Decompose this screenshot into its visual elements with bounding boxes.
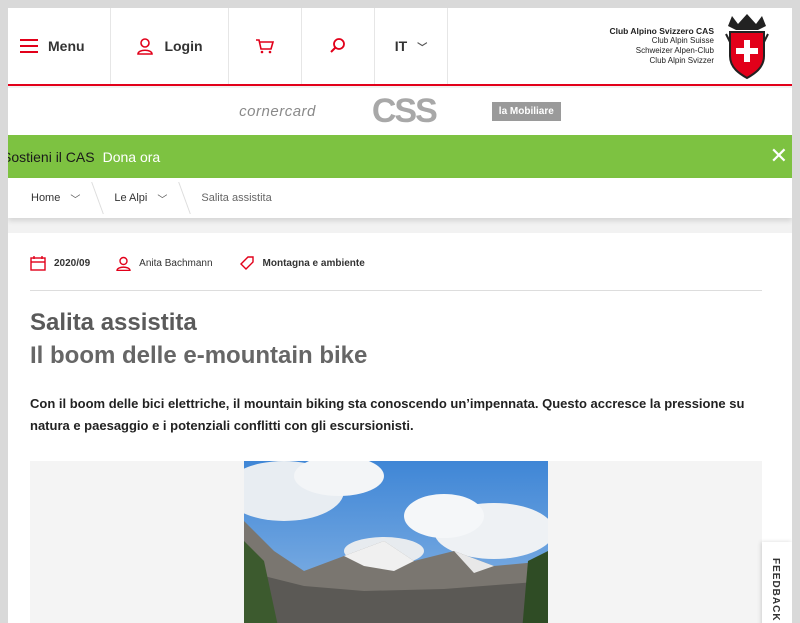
feedback-label: FEEDBACK [770, 558, 781, 622]
donation-banner: Sostieni il CAS Dona ora ✕ [8, 135, 792, 178]
article-category[interactable]: Montagna e ambiente [263, 258, 365, 269]
sponsor-cornercard[interactable]: cornercard [239, 103, 316, 120]
meta-date: 2020/09 [30, 255, 91, 271]
article: 2020/09 Anita Bachmann Montagna e ambien… [8, 233, 792, 623]
article-lead: Con il boom delle bici elettriche, il mo… [30, 396, 745, 433]
login-button[interactable]: Login [111, 8, 229, 84]
feedback-tab[interactable]: FEEDBACK [762, 542, 792, 623]
article-meta: 2020/09 Anita Bachmann Montagna e ambien… [30, 255, 391, 271]
login-label: Login [164, 38, 203, 54]
language-selector[interactable]: IT ﹀ [375, 8, 448, 84]
logo-line-2: Club Alpin Suisse [651, 36, 714, 45]
user-icon [137, 38, 154, 55]
menu-label: Menu [48, 38, 85, 54]
sponsor-mobiliare[interactable]: la Mobiliare [491, 102, 561, 121]
hamburger-icon [20, 39, 38, 53]
language-label: IT [394, 38, 408, 54]
cart-icon [256, 39, 275, 54]
article-photo [244, 461, 548, 623]
breadcrumb-current-label: Salita assistita [201, 192, 272, 204]
logo-text: Club Alpino Svizzero CAS Club Alpin Suis… [609, 26, 714, 66]
article-subtitle: Il boom delle e-mountain bike [30, 342, 368, 369]
breadcrumb-le-alpi-label: Le Alpi [114, 192, 148, 204]
breadcrumb: Home ﹀ Le Alpi ﹀ Salita assistita [8, 178, 792, 218]
breadcrumb-current: Salita assistita [179, 178, 283, 218]
chevron-down-icon: ﹀ [417, 42, 428, 54]
meta-author: Anita Bachmann [116, 256, 213, 271]
mountain-photo [244, 461, 548, 623]
banner-lead: Sostieni il CAS [8, 148, 95, 165]
article-title: Salita assistita [30, 309, 197, 336]
tag-icon [239, 256, 254, 270]
menu-button[interactable]: Menu [8, 8, 111, 84]
search-button[interactable] [302, 8, 375, 84]
chevron-down-icon: ﹀ [70, 194, 81, 206]
logo-line-3: Schweizer Alpen-Club [635, 46, 714, 55]
page: Menu Login IT ﹀ Club Alpino Svizzero CAS… [8, 8, 792, 623]
cas-logo[interactable]: Club Alpino Svizzero CAS Club Alpin Suis… [448, 8, 792, 84]
calendar-icon [30, 255, 46, 271]
site-header: Menu Login IT ﹀ Club Alpino Svizzero CAS… [8, 8, 792, 86]
article-image-area [30, 461, 762, 623]
article-author[interactable]: Anita Bachmann [139, 258, 212, 269]
breadcrumb-le-alpi[interactable]: Le Alpi ﹀ [92, 178, 179, 218]
article-date: 2020/09 [54, 257, 91, 269]
logo-line-4: Club Alpin Svizzer [649, 56, 714, 65]
breadcrumb-home[interactable]: Home ﹀ [8, 178, 92, 218]
meta-category: Montagna e ambiente [239, 255, 365, 271]
cart-button[interactable] [229, 8, 302, 84]
user-icon [116, 256, 131, 271]
logo-line-1: Club Alpino Svizzero CAS [609, 26, 714, 36]
swiss-shield-icon [725, 14, 769, 80]
sponsor-bar: cornercard CSS la Mobiliare [8, 88, 792, 135]
close-icon[interactable]: ✕ [770, 145, 788, 167]
donate-link[interactable]: Dona ora [103, 149, 161, 165]
sponsor-css[interactable]: CSS [372, 92, 438, 131]
chevron-down-icon: ﹀ [157, 194, 168, 206]
breadcrumb-home-label: Home [31, 192, 61, 204]
divider [30, 290, 762, 291]
search-icon [330, 38, 345, 53]
